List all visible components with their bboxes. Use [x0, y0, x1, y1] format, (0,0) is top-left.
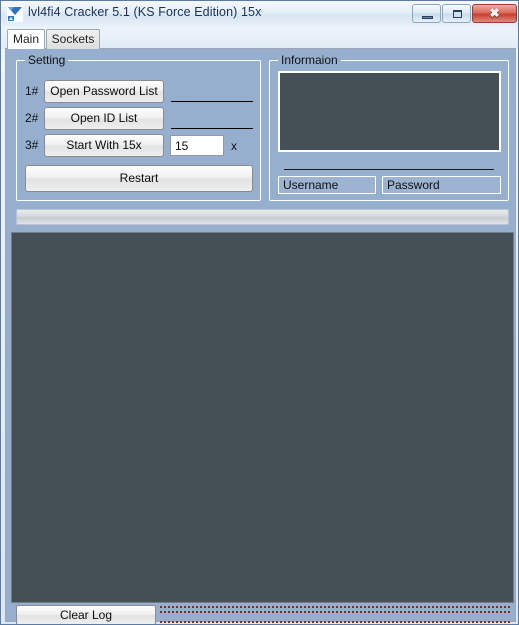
title-bar[interactable]: lvl4fi4 Cracker 5.1 (KS Force Edition) 1…: [1, 1, 518, 28]
password-field[interactable]: Password: [382, 176, 501, 194]
progress-bar: [16, 209, 509, 225]
open-id-list-button[interactable]: Open ID List: [44, 107, 164, 130]
minimize-button[interactable]: [412, 4, 441, 23]
close-button[interactable]: ✖: [472, 4, 517, 23]
step-label-1: 1#: [25, 84, 39, 98]
maximize-button[interactable]: [442, 4, 471, 23]
minimize-icon: [422, 16, 433, 19]
password-list-path-field[interactable]: [171, 101, 253, 102]
status-bar: [160, 606, 510, 623]
information-group-title: Informaion: [278, 53, 341, 67]
information-group: Informaion Username Password: [269, 53, 509, 201]
window-title: lvl4fi4 Cracker 5.1 (KS Force Edition) 1…: [28, 5, 262, 19]
tab-main[interactable]: Main: [7, 29, 45, 49]
start-with-button[interactable]: Start With 15x: [44, 134, 164, 157]
id-list-path-field[interactable]: [171, 128, 253, 129]
app-icon: [7, 6, 23, 22]
thread-count-input[interactable]: 15: [170, 135, 224, 156]
information-status-line: [284, 169, 494, 170]
clear-log-button[interactable]: Clear Log: [16, 605, 156, 624]
multiplier-suffix-label: x: [231, 139, 237, 153]
log-panel[interactable]: [11, 232, 514, 603]
open-password-list-button[interactable]: Open Password List: [44, 80, 164, 103]
maximize-icon: [453, 10, 462, 18]
main-tab-page: Setting 1# Open Password List 2# Open ID…: [5, 48, 516, 624]
restart-button[interactable]: Restart: [25, 165, 253, 192]
tab-sockets[interactable]: Sockets: [46, 29, 100, 49]
setting-group-title: Setting: [25, 53, 69, 67]
information-log-textarea[interactable]: [278, 71, 501, 152]
setting-group: Setting 1# Open Password List 2# Open ID…: [16, 53, 261, 201]
window-controls: ✖: [412, 4, 517, 23]
close-icon: ✖: [489, 6, 500, 20]
step-label-3: 3#: [25, 138, 39, 152]
username-field[interactable]: Username: [278, 176, 376, 194]
tab-strip: Main Sockets: [1, 27, 518, 49]
application-window: lvl4fi4 Cracker 5.1 (KS Force Edition) 1…: [0, 0, 519, 625]
step-label-2: 2#: [25, 111, 39, 125]
